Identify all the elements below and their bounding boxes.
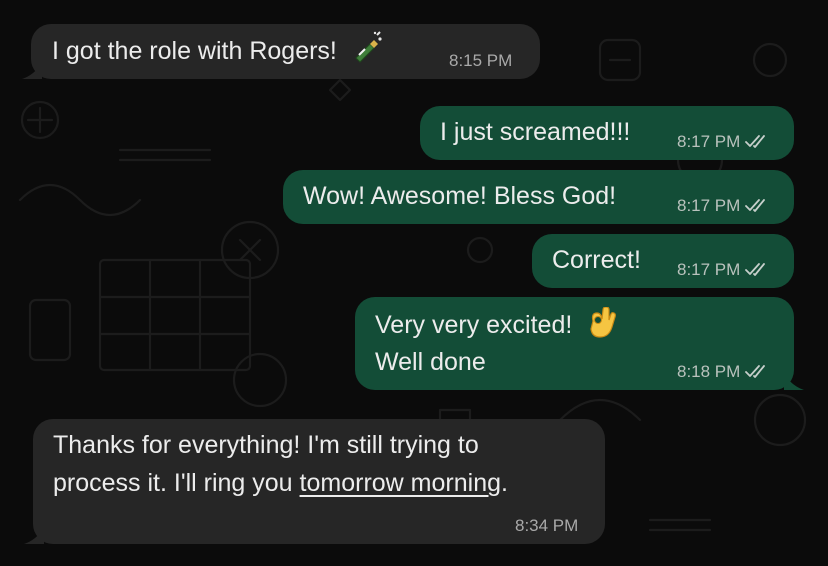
message-outgoing[interactable]: I just screamed!!! 8:17 PM [420,106,794,160]
double-check-icon [745,199,766,212]
message-text-line2: Well done [375,348,486,376]
message-text-period: . [501,469,508,497]
message-time: 8:18 PM [677,362,741,381]
message-time: 8:17 PM [677,260,741,279]
bubble-tail [784,374,804,390]
bottle-with-popping-cork-icon [355,31,382,64]
message-text: I just screamed!!! [440,118,631,146]
message-outgoing[interactable]: Wow! Awesome! Bless God! 8:17 PM [283,170,794,224]
double-check-icon [745,135,766,148]
message-incoming[interactable]: I got the role with Rogers! 8:15 PM [22,24,540,79]
message-text: I got the role with Rogers! [52,37,337,65]
date-link[interactable]: tomorrow morning [300,469,501,497]
bubble-tail [22,63,42,79]
message-text: Wow! Awesome! Bless God! [303,182,617,210]
double-check-icon [745,263,766,276]
message-outgoing[interactable]: Correct! 8:17 PM [532,234,794,288]
message-text-line2: process it. I'll ring you [53,469,300,497]
ok-hand-icon [590,307,617,338]
message-text: Correct! [552,246,641,274]
message-text-line1: Thanks for everything! I'm still trying … [53,431,479,459]
message-outgoing[interactable]: Very very excited! Well done 8:18 PM [355,297,804,390]
message-text-line1: Very very excited! [375,311,573,339]
message-time: 8:17 PM [677,196,741,215]
message-time: 8:15 PM [449,51,513,70]
double-check-icon [745,365,766,378]
message-time: 8:17 PM [677,132,741,151]
message-incoming[interactable]: Thanks for everything! I'm still trying … [24,419,605,544]
bubble-tail [24,528,44,544]
message-time: 8:34 PM [515,516,579,535]
